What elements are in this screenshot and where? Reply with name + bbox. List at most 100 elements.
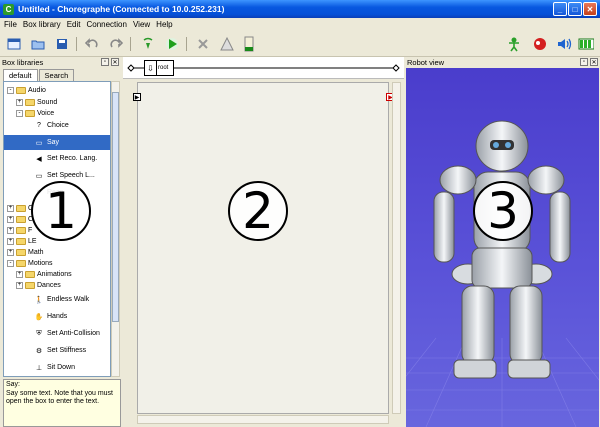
flow-diagram-panel: ⇩ root ▶ ▶: [123, 57, 404, 427]
panel-float-icon[interactable]: ▫: [101, 58, 109, 66]
tree-box-item[interactable]: ⚙ Set Stiffness: [4, 343, 110, 358]
gear-icon: ⚙: [35, 347, 43, 355]
panel-title: Robot view: [407, 58, 445, 67]
flow-canvas[interactable]: ▶ ▶: [133, 82, 395, 414]
debug-icon[interactable]: [219, 36, 235, 52]
expand-icon[interactable]: +: [7, 204, 14, 212]
tree-item-label: Math: [28, 248, 44, 256]
tree-item-label: Set Speech L...: [47, 172, 95, 179]
tree-item-label: Say: [47, 139, 60, 146]
tree-item-label: Animations: [37, 270, 72, 278]
menu-edit[interactable]: Edit: [67, 20, 81, 29]
tree-box-item[interactable]: ? Choice: [4, 118, 110, 133]
collapse-icon[interactable]: -: [16, 109, 23, 117]
robot-stiffness-icon[interactable]: [506, 36, 522, 52]
robot-settings-icon[interactable]: [532, 36, 548, 52]
tree-item-label: Set Reco. Lang.: [47, 155, 98, 162]
menu-connection[interactable]: Connection: [86, 20, 126, 29]
speaker-volume-icon[interactable]: [556, 36, 572, 52]
canvas-vscrollbar[interactable]: [392, 82, 401, 414]
new-file-icon[interactable]: [6, 36, 22, 52]
expand-icon[interactable]: +: [7, 215, 14, 223]
folder-icon: [16, 204, 26, 212]
tree-item-label: Endless Walk: [47, 296, 90, 303]
sit-icon: ⊥: [35, 364, 43, 372]
root-node[interactable]: ⇩ root: [144, 60, 174, 76]
menu-file[interactable]: File: [4, 20, 17, 29]
tree-box-item[interactable]: ✋ Hands: [4, 309, 110, 324]
save-icon[interactable]: [54, 36, 70, 52]
folder-icon: [25, 109, 35, 117]
expand-icon[interactable]: +: [7, 237, 14, 245]
tree-item-label: Set Anti-Collision: [47, 330, 100, 337]
redo-icon[interactable]: [108, 36, 124, 52]
open-folder-icon[interactable]: [30, 36, 46, 52]
overlay-number-3: 3: [473, 181, 533, 241]
question-icon: ?: [37, 122, 41, 129]
volume-slider-icon[interactable]: [241, 36, 257, 52]
expand-icon[interactable]: +: [7, 248, 14, 256]
menu-box-library[interactable]: Box library: [23, 20, 61, 29]
tree-box-item[interactable]: ▭ Say: [4, 135, 110, 150]
overlay-number-2: 2: [228, 181, 288, 241]
undo-icon[interactable]: [84, 36, 100, 52]
nao-robot-model: [433, 120, 571, 379]
tree-item-label: Audio: [28, 86, 46, 94]
close-button[interactable]: ✕: [583, 2, 597, 16]
tree-item-label: Sound: [37, 98, 58, 106]
tree-scrollbar[interactable]: [111, 81, 120, 377]
folder-icon: [16, 259, 26, 267]
connect-icon[interactable]: [140, 36, 156, 52]
play-icon[interactable]: [164, 36, 180, 52]
download-icon: ⇩: [145, 61, 157, 75]
expand-icon[interactable]: +: [16, 281, 23, 289]
tree-item-label: Voice: [37, 109, 55, 117]
expand-icon[interactable]: +: [7, 226, 14, 234]
tree-item-label: Hands: [47, 313, 68, 320]
overlay-number-1: 1: [31, 181, 91, 241]
tree-box-item[interactable]: 🚶 Endless Walk: [4, 292, 110, 307]
folder-icon: [16, 215, 26, 223]
expand-icon[interactable]: +: [16, 98, 23, 106]
tab-default[interactable]: default: [3, 69, 38, 81]
description-text: Say: Say some text. Note that you must o…: [6, 381, 113, 405]
shield-icon: ⛨: [36, 329, 42, 337]
folder-icon: [16, 226, 26, 234]
canvas-scrollbar[interactable]: [137, 415, 389, 424]
menu-view[interactable]: View: [133, 20, 150, 29]
box-libraries-panel: Box libraries ▫ ✕ default Search - Audio +…: [0, 57, 122, 427]
battery-icon: [578, 36, 594, 52]
tree-folder[interactable]: + Dances: [4, 279, 110, 291]
root-label: root: [158, 65, 169, 71]
hand-icon: ✋: [34, 313, 44, 321]
panel-float-icon[interactable]: ▫: [580, 58, 588, 66]
tree-item-label: Set Stiffness: [47, 347, 87, 354]
tree-box-item[interactable]: ◀ Set Reco. Lang.: [4, 151, 110, 166]
tree-item-label: Choice: [47, 122, 69, 129]
folder-icon: [25, 281, 35, 289]
walk-icon: 🚶: [34, 296, 44, 304]
folder-icon: [16, 86, 26, 94]
tree-box-item[interactable]: ⊥ Sit Down: [4, 360, 110, 375]
title-bar: C Untitled - Choregraphe (Connected to 1…: [0, 0, 600, 18]
minimize-button[interactable]: _: [553, 2, 567, 16]
collapse-icon[interactable]: -: [7, 86, 14, 94]
toolbar: [0, 31, 600, 57]
panel-close-icon[interactable]: ✕: [111, 58, 119, 66]
tree-folder[interactable]: - Audio: [4, 84, 110, 96]
folder-icon: [16, 237, 26, 245]
panel-close-icon[interactable]: ✕: [590, 58, 598, 66]
maximize-button[interactable]: □: [568, 2, 582, 16]
expand-icon[interactable]: +: [16, 270, 23, 278]
menu-bar: File Box library Edit Connection View He…: [0, 18, 600, 31]
tree-item-label: Sit Down: [47, 364, 76, 371]
tab-search[interactable]: Search: [38, 69, 75, 81]
robot-3d-view[interactable]: [406, 68, 599, 427]
stop-icon[interactable]: [195, 36, 211, 52]
box-description: Say: Say some text. Note that you must o…: [3, 379, 121, 427]
tree-box-item[interactable]: ⛨ Set Anti-Collision: [4, 326, 110, 341]
folder-icon: [25, 270, 35, 278]
input-port-icon[interactable]: ▶: [133, 93, 141, 101]
menu-help[interactable]: Help: [156, 20, 172, 29]
collapse-icon[interactable]: -: [7, 259, 14, 267]
